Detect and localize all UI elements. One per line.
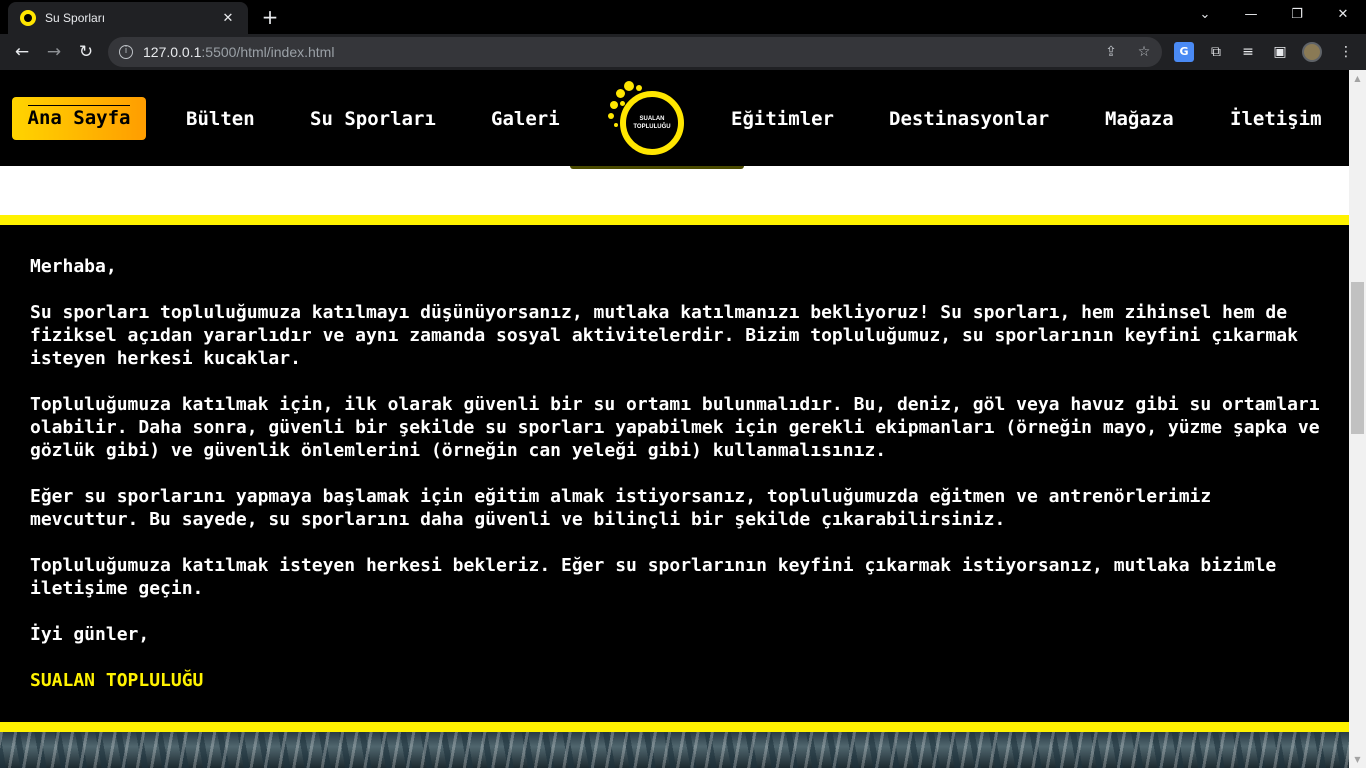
browser-tab-active[interactable]: Su Sporları ✕ xyxy=(8,2,248,34)
kebab-menu-icon[interactable]: ⋮ xyxy=(1336,42,1356,62)
scroll-up-arrow-icon[interactable]: ▲ xyxy=(1349,70,1366,87)
letter-signature: SUALAN TOPLULUĞU xyxy=(30,670,204,691)
letter-closing: İyi günler, xyxy=(30,624,150,645)
nav-link-iletisim[interactable]: İletişim xyxy=(1230,108,1322,130)
nav-link-magaza[interactable]: Mağaza xyxy=(1105,108,1174,130)
page-viewport: Ana Sayfa Bülten Su Sporları Galeri SUAL… xyxy=(0,70,1349,768)
url-text[interactable]: 127.0.0.1:5500/html/index.html xyxy=(143,44,334,60)
nav-home-button[interactable]: Ana Sayfa xyxy=(12,97,146,140)
page-scrollbar[interactable]: ▲ ▼ xyxy=(1349,70,1366,768)
letter-paragraph: Topluluğumuza katılmak isteyen herkesi b… xyxy=(30,555,1277,599)
letter-paragraph: Eğer su sporlarını yapmaya başlamak için… xyxy=(30,486,1212,530)
letter-greeting: Merhaba, xyxy=(30,256,117,277)
letter-section: Merhaba, Su sporları topluluğumuza katıl… xyxy=(0,225,1349,722)
logo-bubble xyxy=(642,93,646,97)
media-queue-icon[interactable]: ≡ xyxy=(1238,42,1258,62)
site-info-icon[interactable]: i xyxy=(119,45,133,59)
share-icon[interactable]: ⇪ xyxy=(1101,42,1121,62)
google-translate-icon[interactable]: G xyxy=(1174,42,1194,62)
letter-paragraph: Topluluğumuza katılmak için, ilk olarak … xyxy=(30,394,1320,461)
address-bar[interactable]: i 127.0.0.1:5500/html/index.html ⇪ ☆ xyxy=(108,37,1162,67)
profile-avatar[interactable] xyxy=(1302,42,1322,62)
logo-bubble xyxy=(616,89,625,98)
partial-button-edge xyxy=(570,166,744,169)
logo-bubble xyxy=(610,101,618,109)
bottom-divider xyxy=(0,722,1349,732)
letter-body: Merhaba, Su sporları topluluğumuza katıl… xyxy=(30,255,1320,692)
nav-link-galeri[interactable]: Galeri xyxy=(491,108,560,130)
tab-title: Su Sporları xyxy=(45,11,106,25)
logo-bubble xyxy=(614,123,618,127)
logo-bubble xyxy=(620,101,625,106)
logo-bubble xyxy=(608,113,614,119)
nav-link-egitimler[interactable]: Eğitimler xyxy=(731,108,834,130)
tab-search-chevron-icon[interactable]: ⌄ xyxy=(1182,0,1228,34)
nav-link-su-sporlari[interactable]: Su Sporları xyxy=(310,108,436,130)
scroll-down-arrow-icon[interactable]: ▼ xyxy=(1349,751,1366,768)
logo-ring: SUALAN TOPLULUĞU xyxy=(620,91,684,155)
logo-bubble xyxy=(636,85,642,91)
restore-window-button[interactable]: ❐ xyxy=(1274,0,1320,34)
close-window-button[interactable]: ✕ xyxy=(1320,0,1366,34)
tab-close-icon[interactable]: ✕ xyxy=(218,11,238,26)
side-panel-icon[interactable]: ▣ xyxy=(1270,42,1290,62)
nav-link-destinasyonlar[interactable]: Destinasyonlar xyxy=(889,108,1049,130)
nav-link-bulten[interactable]: Bülten xyxy=(186,108,255,130)
logo-text: SUALAN TOPLULUĞU xyxy=(633,116,671,130)
sea-background-image xyxy=(0,732,1349,768)
reload-icon[interactable]: ↻ xyxy=(72,38,100,66)
back-arrow-icon[interactable]: ← xyxy=(8,38,36,66)
scrollbar-thumb[interactable] xyxy=(1351,282,1364,434)
minimize-window-button[interactable]: — xyxy=(1228,0,1274,34)
new-tab-button[interactable]: + xyxy=(258,6,282,28)
browser-tab-strip: Su Sporları ✕ + ⌄ — ❐ ✕ xyxy=(0,0,1366,34)
logo-bubble xyxy=(624,81,634,91)
bookmark-star-icon[interactable]: ☆ xyxy=(1134,42,1154,62)
top-divider xyxy=(0,215,1349,225)
browser-toolbar: ← → ↻ i 127.0.0.1:5500/html/index.html ⇪… xyxy=(0,34,1366,70)
forward-arrow-icon[interactable]: → xyxy=(40,38,68,66)
site-favicon-icon xyxy=(20,10,36,26)
extensions-puzzle-icon[interactable]: ⧉ xyxy=(1206,42,1226,62)
site-logo[interactable]: SUALAN TOPLULUĞU xyxy=(606,79,686,155)
site-navbar: Ana Sayfa Bülten Su Sporları Galeri SUAL… xyxy=(0,70,1349,166)
letter-paragraph: Su sporları topluluğumuza katılmayı düşü… xyxy=(30,302,1298,369)
